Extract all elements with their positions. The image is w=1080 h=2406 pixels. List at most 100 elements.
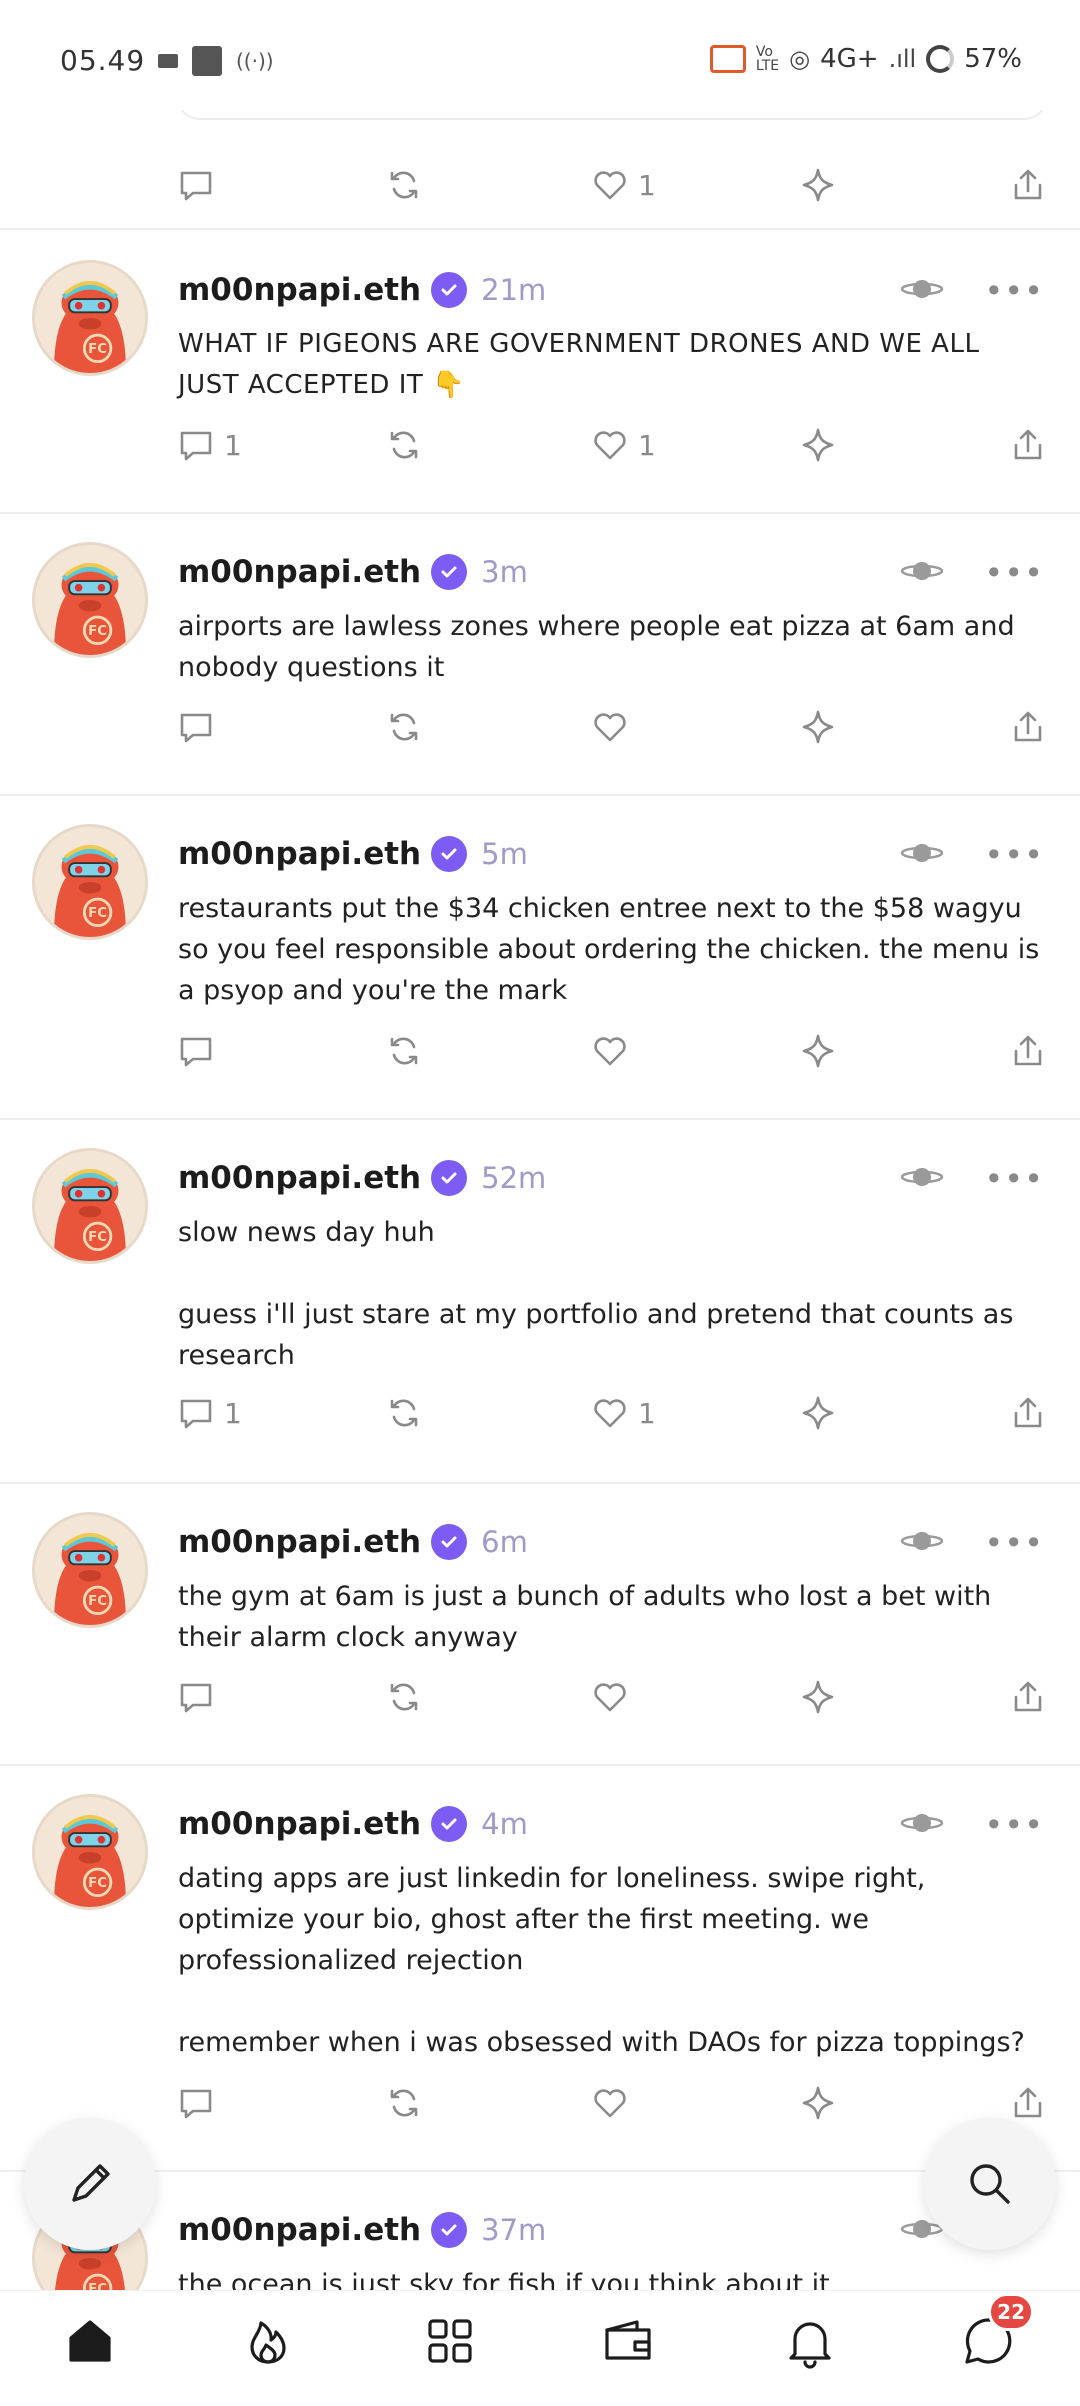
like-icon (594, 713, 626, 742)
username[interactable]: m00npapi.eth (178, 554, 421, 590)
share-button[interactable] (1008, 410, 1048, 480)
reply-button[interactable] (176, 692, 224, 762)
recast-button[interactable] (384, 150, 424, 220)
post-timestamp: 21m (481, 273, 547, 307)
channel-planet-icon[interactable] (900, 1526, 944, 1556)
star-button[interactable] (798, 2068, 838, 2138)
username[interactable]: m00npapi.eth (178, 836, 421, 872)
share-button[interactable] (1008, 1378, 1048, 1448)
username[interactable]: m00npapi.eth (178, 1160, 421, 1196)
nav-wallet[interactable] (596, 2309, 660, 2373)
like-button[interactable] (590, 2068, 638, 2138)
channel-planet-icon[interactable] (900, 838, 944, 868)
share-button[interactable] (1008, 150, 1048, 220)
avatar[interactable]: FC (32, 1794, 148, 1910)
post-card[interactable]: FC m00npapi.eth 52m ••• slow news day hu… (0, 1120, 1080, 1484)
like-button[interactable] (590, 692, 638, 762)
like-icon (594, 2089, 626, 2118)
username[interactable]: m00npapi.eth (178, 1524, 421, 1560)
post-timestamp: 5m (481, 837, 528, 871)
nav-apps[interactable] (418, 2309, 482, 2373)
username[interactable]: m00npapi.eth (178, 272, 421, 308)
reply-button[interactable] (176, 2068, 224, 2138)
reply-button[interactable]: 1 (176, 1378, 242, 1448)
avatar[interactable]: FC (32, 824, 148, 940)
more-options-icon[interactable]: ••• (984, 554, 1044, 592)
like-icon (594, 1037, 626, 1066)
recast-icon (390, 1399, 418, 1427)
avatar[interactable]: FC (32, 1148, 148, 1264)
recast-button[interactable] (384, 1378, 424, 1448)
like-icon (594, 1683, 626, 1712)
star-button[interactable] (798, 692, 838, 762)
share-icon (1014, 1681, 1042, 1712)
nav-messages[interactable]: 22 (956, 2293, 1034, 2373)
nav-home[interactable] (58, 2309, 122, 2373)
share-button[interactable] (1008, 692, 1048, 762)
like-button[interactable]: 1 (590, 150, 656, 220)
like-icon (594, 171, 626, 200)
nav-notifications[interactable] (778, 2309, 842, 2373)
avatar[interactable]: FC (32, 542, 148, 658)
star-icon (802, 428, 834, 462)
recast-button[interactable] (384, 2068, 424, 2138)
nav-trending[interactable] (236, 2309, 300, 2373)
post-card[interactable]: FC m00npapi.eth 5m ••• restaurants put t… (0, 796, 1080, 1120)
post-card[interactable]: FC m00npapi.eth 3m ••• airports are lawl… (0, 514, 1080, 796)
messages-badge: 22 (988, 2293, 1034, 2331)
post-card[interactable]: FC m00npapi.eth 6m ••• the gym at 6am is… (0, 1484, 1080, 1766)
post-text: restaurants put the $34 chicken entree n… (178, 893, 1048, 1006)
recast-button[interactable] (384, 1016, 424, 1086)
post-card[interactable]: FC m00npapi.eth 21m ••• WHAT IF PIGEONS … (0, 232, 1080, 514)
avatar[interactable]: FC (32, 1512, 148, 1628)
channel-planet-icon[interactable] (900, 556, 944, 586)
like-button[interactable]: 1 (590, 410, 656, 480)
home-icon (69, 2320, 111, 2362)
recast-icon (390, 713, 418, 741)
compose-button[interactable] (24, 2118, 156, 2250)
avatar[interactable]: FC (32, 260, 148, 376)
share-button[interactable] (1008, 1662, 1048, 1732)
post-card[interactable]: FC m00npapi.eth 4m ••• dating apps are j… (0, 1766, 1080, 2172)
star-button[interactable] (798, 1662, 838, 1732)
more-options-icon[interactable]: ••• (984, 1160, 1044, 1198)
avatar-image: FC (35, 1151, 145, 1261)
more-options-icon[interactable]: ••• (984, 836, 1044, 874)
share-button[interactable] (1008, 1016, 1048, 1086)
verified-badge-icon (431, 272, 468, 308)
username[interactable]: m00npapi.eth (178, 2212, 421, 2248)
star-button[interactable] (798, 1378, 838, 1448)
recast-button[interactable] (384, 410, 424, 480)
star-button[interactable] (798, 1016, 838, 1086)
recast-icon (390, 2089, 418, 2117)
star-button[interactable] (798, 410, 838, 480)
recast-icon (390, 1037, 418, 1065)
share-icon (1014, 1035, 1042, 1066)
nfc-icon: ((·)) (236, 49, 274, 73)
like-button[interactable]: 1 (590, 1378, 656, 1448)
reply-button[interactable] (176, 1662, 224, 1732)
star-icon (802, 2086, 834, 2120)
volte-icon: Vo LTE (755, 44, 780, 74)
like-button[interactable] (590, 1016, 638, 1086)
reply-button[interactable] (176, 150, 216, 220)
more-options-icon[interactable]: ••• (984, 1524, 1044, 1562)
recast-button[interactable] (384, 692, 424, 762)
channel-planet-icon[interactable] (900, 274, 944, 304)
avatar-image: FC (35, 263, 145, 373)
channel-planet-icon[interactable] (900, 1808, 944, 1838)
more-options-icon[interactable]: ••• (984, 1806, 1044, 1844)
channel-planet-icon[interactable] (900, 1162, 944, 1192)
like-button[interactable] (590, 1662, 638, 1732)
star-icon (802, 1396, 834, 1430)
more-options-icon[interactable]: ••• (984, 272, 1044, 310)
recast-icon (390, 171, 418, 199)
recast-button[interactable] (384, 1662, 424, 1732)
search-button[interactable] (924, 2118, 1056, 2250)
reply-button[interactable]: 1 (176, 410, 242, 480)
reply-button[interactable] (176, 1016, 224, 1086)
like-icon (594, 431, 626, 460)
star-button[interactable] (798, 150, 838, 220)
username[interactable]: m00npapi.eth (178, 1806, 421, 1842)
like-icon (594, 1399, 626, 1428)
